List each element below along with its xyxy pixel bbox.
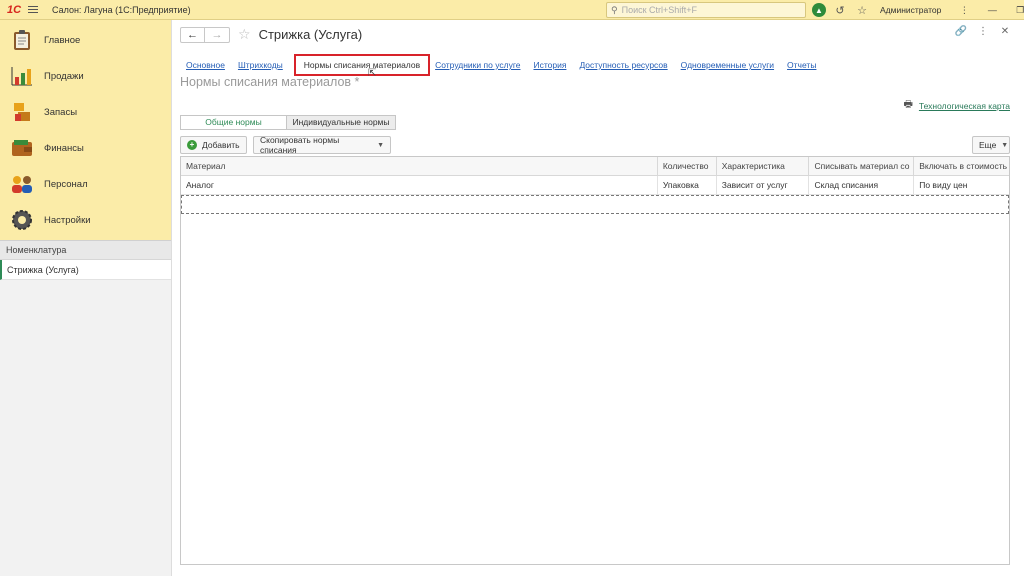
chevron-down-icon: ▼ bbox=[377, 141, 384, 149]
search-placeholder: Поиск Ctrl+Shift+F bbox=[621, 5, 698, 15]
materials-table[interactable]: Материал Количество Характеристика Списы… bbox=[180, 156, 1010, 565]
column-header[interactable]: Характеристика bbox=[717, 157, 810, 175]
tab-history[interactable]: История bbox=[533, 60, 566, 70]
favorite-star-icon[interactable]: ☆ bbox=[238, 26, 251, 43]
page-title: Стрижка (Услуга) bbox=[258, 27, 363, 42]
column-header[interactable]: Списывать материал со bbox=[809, 157, 915, 175]
add-button-label: Добавить bbox=[202, 140, 240, 150]
section-sales[interactable]: Продажи bbox=[0, 58, 171, 94]
switch-common-norms[interactable]: Общие нормы bbox=[181, 116, 287, 129]
section-label: Главное bbox=[44, 34, 81, 46]
more-icon[interactable]: ⋮ bbox=[953, 5, 975, 16]
minimize-icon[interactable]: — bbox=[981, 5, 1003, 15]
back-arrow-icon[interactable]: ← bbox=[181, 27, 205, 42]
app-logo: 1С bbox=[6, 3, 22, 16]
gear-icon bbox=[10, 208, 34, 232]
tab-main[interactable]: Основное bbox=[186, 60, 225, 70]
column-header[interactable]: Материал bbox=[181, 157, 658, 175]
section-label: Продажи bbox=[44, 70, 84, 82]
section-label: Финансы bbox=[44, 142, 84, 154]
form-header-actions: 🔗 ⋮ ✕ bbox=[952, 26, 1024, 37]
app-title: Салон: Лагуна (1С:Предприятие) bbox=[52, 4, 191, 15]
section-staff[interactable]: Персонал bbox=[0, 166, 171, 202]
section-label: Настройки bbox=[44, 214, 91, 226]
section-main[interactable]: Главное bbox=[0, 22, 171, 58]
add-button[interactable]: + Добавить bbox=[180, 136, 247, 154]
table-row[interactable]: Аналог Упаковка Зависит от услуг Склад с… bbox=[181, 176, 1009, 195]
tab-staff[interactable]: Сотрудники по услуге bbox=[435, 60, 520, 70]
global-search-input[interactable]: ⚲ Поиск Ctrl+Shift+F bbox=[606, 2, 806, 18]
wallet-icon bbox=[10, 136, 34, 160]
plus-icon: + bbox=[187, 140, 197, 150]
clipboard-icon bbox=[10, 28, 34, 52]
search-icon: ⚲ bbox=[611, 4, 618, 15]
top-bar: 1С Салон: Лагуна (1С:Предприятие) ⚲ Поис… bbox=[0, 0, 1024, 20]
table-cell[interactable]: Аналог bbox=[181, 176, 658, 194]
section-label: Запасы bbox=[44, 106, 78, 118]
sidebar: Главное Продажи Запасы Финансы Персонал bbox=[0, 20, 172, 576]
form-header: ← → ☆ Стрижка (Услуга) bbox=[180, 26, 362, 43]
section-settings[interactable]: Настройки bbox=[0, 202, 171, 238]
copy-norms-label: Скопировать нормы списания bbox=[260, 135, 340, 155]
main-form: ← → ☆ Стрижка (Услуга) 🔗 ⋮ ✕ Основное Шт… bbox=[172, 20, 1024, 576]
nav-item-current[interactable]: Стрижка (Услуга) bbox=[0, 260, 171, 280]
section-finance[interactable]: Финансы bbox=[0, 130, 171, 166]
nav-header: Номенклатура bbox=[0, 240, 171, 260]
tech-card: 🖶 Технологическая карта bbox=[903, 97, 1010, 114]
mouse-cursor-icon: ⇱ bbox=[368, 68, 377, 79]
toolbar: + Добавить Скопировать нормы списания ▼ … bbox=[180, 135, 1010, 155]
maximize-icon[interactable]: ❐ bbox=[1009, 5, 1024, 16]
more-button[interactable]: Еще ▼ bbox=[972, 136, 1010, 154]
link-icon[interactable]: 🔗 bbox=[952, 26, 970, 37]
table-cell[interactable]: Зависит от услуг bbox=[717, 176, 810, 194]
close-icon[interactable]: ✕ bbox=[996, 26, 1014, 37]
table-cell[interactable]: По виду цен bbox=[914, 176, 1009, 194]
current-user[interactable]: Администратор bbox=[880, 5, 941, 15]
tab-material-norms[interactable]: Нормы списания материалов bbox=[293, 54, 431, 76]
copy-norms-button[interactable]: Скопировать нормы списания ▼ bbox=[253, 135, 391, 155]
table-cell[interactable]: Упаковка bbox=[658, 176, 717, 194]
printer-icon[interactable]: 🖶 bbox=[903, 97, 912, 114]
tab-simultaneous[interactable]: Одновременные услуги bbox=[681, 60, 774, 70]
chevron-down-icon: ▼ bbox=[1001, 141, 1009, 149]
nav-buttons: ← → bbox=[180, 26, 230, 43]
section-stock[interactable]: Запасы bbox=[0, 94, 171, 130]
stock-icon bbox=[10, 100, 34, 124]
table-row-new[interactable] bbox=[181, 195, 1009, 214]
section-subtitle: Нормы списания материалов * bbox=[180, 75, 360, 89]
tab-barcodes[interactable]: Штрихкоды bbox=[238, 60, 283, 70]
tech-card-link[interactable]: Технологическая карта bbox=[919, 101, 1010, 111]
more-icon[interactable]: ⋮ bbox=[974, 26, 992, 37]
norms-switcher: Общие нормы Индивидуальные нормы bbox=[180, 115, 396, 130]
people-icon bbox=[10, 172, 34, 196]
tab-resources[interactable]: Доступность ресурсов bbox=[579, 60, 667, 70]
notifications-icon[interactable]: ▲ bbox=[812, 3, 826, 17]
column-header[interactable]: Количество bbox=[658, 157, 717, 175]
history-icon[interactable]: ↺ bbox=[832, 4, 848, 17]
chart-icon bbox=[10, 64, 34, 88]
more-button-label: Еще bbox=[979, 140, 997, 150]
favorites-icon[interactable]: ☆ bbox=[854, 4, 870, 17]
section-label: Персонал bbox=[44, 178, 88, 190]
switch-individual-norms[interactable]: Индивидуальные нормы bbox=[287, 116, 395, 129]
table-cell[interactable]: Склад списания bbox=[809, 176, 915, 194]
forward-arrow-icon[interactable]: → bbox=[205, 28, 229, 42]
menu-icon[interactable] bbox=[28, 0, 44, 20]
column-header[interactable]: Включать в стоимость bbox=[914, 157, 1009, 175]
tab-bar: Основное Штрихкоды Нормы списания матери… bbox=[186, 54, 829, 76]
section-panel: Главное Продажи Запасы Финансы Персонал bbox=[0, 20, 171, 240]
table-header-row: Материал Количество Характеристика Списы… bbox=[181, 157, 1009, 176]
tab-reports[interactable]: Отчеты bbox=[787, 60, 816, 70]
